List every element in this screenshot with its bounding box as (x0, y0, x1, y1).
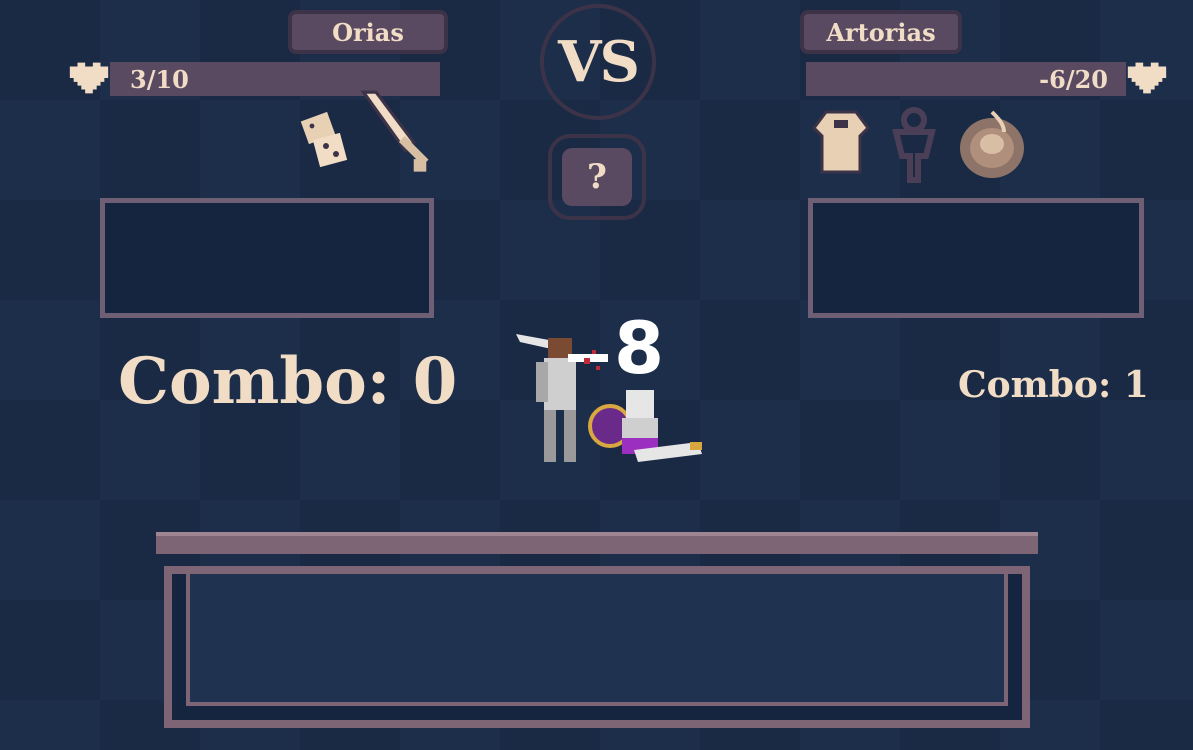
mystery-label: ? (562, 148, 632, 206)
opponent-combo: Combo: 1 (958, 364, 1149, 406)
dice-bag-icon[interactable] (296, 108, 356, 172)
player-combo: Combo: 0 (118, 344, 458, 419)
damage-number: 8 (614, 306, 665, 390)
dialogue-panel (164, 566, 1030, 728)
opponent-heart-icon (1127, 62, 1167, 94)
player-name-plate: Orias (288, 10, 448, 54)
opponent-name-plate: Artorias (800, 10, 962, 54)
opponent-knight-sprite (588, 390, 702, 462)
dialogue-panel-inner (186, 574, 1008, 706)
player-heart-icon (69, 62, 109, 94)
sword-icon[interactable] (354, 88, 440, 180)
opponent-name: Artorias (826, 17, 936, 47)
statue-icon[interactable] (884, 104, 944, 184)
bottom-divider-bar (156, 532, 1038, 554)
mystery-button[interactable]: ? (548, 134, 646, 220)
opponent-hp-bar: -6/20 (806, 62, 1126, 96)
player-info-panel (100, 198, 434, 318)
opponent-hp-text: -6/20 (1039, 64, 1108, 94)
armor-icon[interactable] (806, 104, 876, 184)
player-name: Orias (332, 17, 404, 47)
player-hp-text: 3/10 (130, 64, 189, 94)
swirl-icon[interactable] (954, 104, 1030, 184)
opponent-info-panel (808, 198, 1144, 318)
vs-badge: VS (540, 4, 656, 120)
vs-text: VS (558, 29, 640, 95)
